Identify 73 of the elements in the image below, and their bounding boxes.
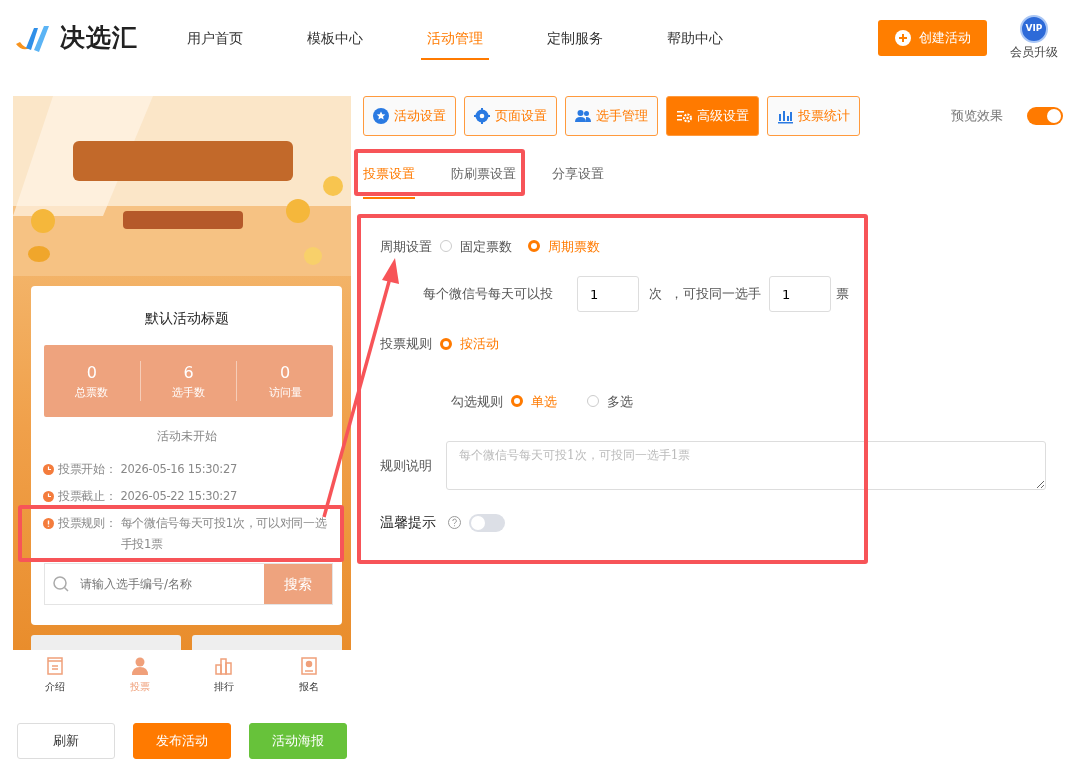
info-text: 每个微信号每天可投1次，可以对同一选手投1票 [120,515,328,553]
create-activity-button[interactable]: 创建活动 [878,19,987,56]
tab-bar-item[interactable]: 报名 [266,655,351,695]
tip-toggle[interactable] [469,513,505,532]
bar-chart-icon [777,108,793,124]
radio-option[interactable]: 按活动 [440,334,499,354]
alert-icon [43,518,54,529]
preview-toggle[interactable] [1027,107,1063,125]
toolbar-button[interactable]: 选手管理 [565,96,658,136]
settings-tab[interactable]: 投票设置 [363,150,415,199]
nav-link[interactable]: 模板中心 [275,17,395,70]
membership-upgrade-link[interactable]: 会员升级 [1010,42,1058,61]
activity-status: 活动未开始 [155,428,218,445]
settings-tab[interactable]: 防刷票设置 [451,150,516,199]
action-button[interactable]: 发布活动 [133,723,231,759]
radio-option[interactable]: 固定票数 [440,236,512,256]
search-icon [52,575,70,593]
person-icon [130,656,149,675]
info-text: 2026-05-16 15:30:27 [120,461,237,478]
info-label: 投票开始： [58,461,117,478]
field-label: 投票规则 [380,335,432,353]
stat-label: 总票数 [74,384,110,401]
settings-icon [676,108,692,124]
tab-bar-item[interactable]: 排行 [182,655,267,695]
toolbar-button[interactable]: 页面设置 [464,96,557,136]
clock-icon [43,491,54,502]
profile-card-icon [299,656,318,675]
settings-tab[interactable]: 分享设置 [552,150,604,199]
activity-title: 默认活动标题 [143,309,230,328]
field-label: 勾选规则 [451,392,503,411]
radio-option[interactable]: 周期票数 [528,236,600,256]
action-button[interactable]: 刷新 [17,723,115,759]
field-label: 温馨提示 [380,513,436,532]
field-label: ，可投同一选手 [670,285,761,304]
clock-icon [43,464,54,475]
field-label: 规则说明 [380,456,432,475]
brand-name: 决选汇 [60,21,138,54]
tab-bar-item[interactable]: 投票 [97,655,182,695]
info-text: 2026-05-22 15:30:27 [120,488,237,505]
input-field[interactable]: 1 [769,276,831,312]
nav-link[interactable]: 定制服务 [515,17,635,70]
info-label: 投票截止： [58,488,117,505]
toolbar-button[interactable]: 活动设置 [363,96,456,136]
toolbar-button[interactable]: 高级设置 [666,96,759,136]
unit-label: 次 [649,285,662,304]
radio-option[interactable]: 多选 [587,391,633,411]
field-label: 每个微信号每天可以投 [423,285,553,304]
document-icon [46,656,65,675]
stat-value: 6 [182,361,195,384]
gear-icon [474,108,490,124]
toolbar-button[interactable]: 投票统计 [767,96,860,136]
stat-value: 0 [85,361,98,384]
people-icon [575,108,591,124]
radio-option[interactable]: 单选 [511,391,557,411]
action-button[interactable]: 活动海报 [249,723,347,759]
search-field[interactable]: 请输入选手编号/名称 搜索 [44,563,333,605]
input-field[interactable]: 1 [577,276,639,312]
nav-link[interactable]: 活动管理 [395,17,515,70]
stat-value: 0 [279,361,292,384]
stat-label: 选手数 [171,384,206,401]
preview-label: 预览效果 [951,107,1003,126]
stat-label: 访问量 [267,384,303,401]
help-icon [448,516,461,529]
nav-link[interactable]: 用户首页 [155,17,275,70]
field-label: 周期设置 [380,237,432,256]
tab-bar-item[interactable]: 介绍 [13,655,98,695]
vip-badge: VIP [1020,14,1048,43]
plus-icon [894,29,911,46]
info-label: 投票规则： [58,515,117,532]
search-button[interactable]: 搜索 [264,564,332,604]
bar-chart-icon [215,656,234,675]
nav-link[interactable]: 帮助中心 [635,17,755,70]
unit-label: 票 [836,285,849,304]
